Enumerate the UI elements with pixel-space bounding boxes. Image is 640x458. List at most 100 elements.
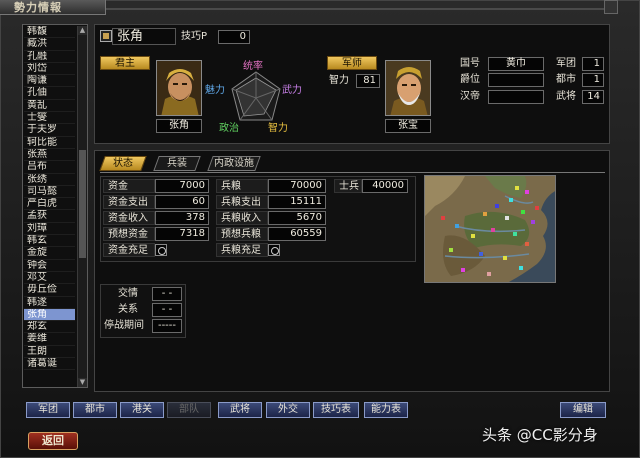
funds-expense-value: 60 [155,195,209,209]
list-item[interactable]: 张绣 [24,174,75,186]
truce-label: 停战期间 [104,320,144,331]
city-count-value: 1 [582,73,604,87]
list-item[interactable]: 韩遂 [24,297,75,309]
funds-expense-label: 资金支出 [103,195,155,209]
funds-forecast-value: 7318 [155,227,209,241]
food-expense-label: 兵粮支出 [216,195,268,209]
list-item[interactable]: 韩玄 [24,235,75,248]
tab-divider [100,172,605,173]
scroll-thumb[interactable] [79,150,86,258]
list-item[interactable]: 钟会 [24,260,75,272]
food-value: 70000 [268,179,326,193]
skill-points-value: 0 [218,30,250,44]
advisor-portrait-image [386,61,430,115]
list-item[interactable]: 诸葛诞 [24,358,75,371]
soldiers-label: 士兵 [334,179,362,193]
list-scrollbar[interactable]: ▲ ▼ [77,26,87,387]
relation-value: - - [152,287,182,301]
officer-count-label: 武将 [556,91,576,102]
character-list: 韩馥 臧洪 孔融 刘岱 陶谦 孔伷 黄乱 士燮 于夫罗 轲比能 张燕 吕布 张绣 司马懿 严白虎 孟获 刘璋 韩玄… [24,26,75,371]
tab-facilities[interactable]: 内政设施 [207,156,261,171]
stat-intel-label: 智力 [268,123,288,134]
food-forecast-label: 预想兵粮 [216,227,268,241]
list-item[interactable]: 司马懿 [24,186,75,199]
list-item[interactable]: 臧洪 [24,38,75,51]
back-button[interactable]: 返回 [28,432,78,450]
title-divider [106,8,611,10]
stat-lead-label: 统率 [243,61,263,72]
window-title: 勢力情報 [0,0,106,15]
list-item[interactable]: 刘璋 [24,223,75,236]
food-income-label: 兵粮收入 [216,211,268,225]
funds-income-value: 378 [155,211,209,225]
funds-value: 7000 [155,179,209,193]
list-item[interactable]: 邓艾 [24,272,75,285]
ports-button[interactable]: 港关 [120,402,164,418]
skill-points-label: 技巧P [181,31,208,42]
advisor-portrait[interactable] [385,60,431,116]
rank-label: 爵位 [460,74,480,85]
lord-portrait-image [157,61,201,115]
units-button: 部队 [167,402,211,418]
soldiers-value: 40000 [362,179,408,193]
list-item[interactable]: 孔伷 [24,87,75,100]
list-item[interactable]: 毋丘俭 [24,284,75,297]
scroll-down-icon[interactable]: ▼ [78,378,87,387]
list-item[interactable]: 于夫罗 [24,124,75,137]
edit-button[interactable]: 编辑 [560,402,606,418]
relation-label: 交情 [118,288,138,299]
list-item[interactable]: 张燕 [24,149,75,162]
corps-value: 1 [582,57,604,71]
emperor-value [488,90,544,104]
list-item[interactable]: 张角 [24,308,75,322]
list-item[interactable]: 黄乱 [24,100,75,113]
list-item[interactable]: 金旋 [24,247,75,260]
watermark: 头条 @CC影分身 [482,426,598,444]
officers-button[interactable]: 武将 [218,402,262,418]
country-label: 国号 [460,58,480,69]
list-item[interactable]: 轲比能 [24,137,75,149]
status-value: - - [152,303,182,317]
ability-table-button[interactable]: 能力表 [364,402,408,418]
lord-tag: 君主 [100,56,150,70]
status-label: 关系 [118,304,138,315]
tab-equipment-label: 兵装 [167,158,187,169]
tab-status[interactable]: 状态 [99,156,147,171]
city-count-label: 都市 [556,74,576,85]
territory-map[interactable] [424,175,556,283]
tab-equipment[interactable]: 兵装 [153,156,201,171]
lord-portrait[interactable] [156,60,202,116]
list-item[interactable]: 王朗 [24,346,75,359]
funds-enough-label: 资金充足 [103,243,155,257]
tab-facilities-label: 内政设施 [214,158,254,169]
food-enough-label: 兵粮充足 [216,243,268,257]
food-label: 兵粮 [216,179,268,193]
advisor-tag: 军师 [327,56,377,70]
tab-status-label: 状态 [113,158,133,169]
list-item[interactable]: 吕布 [24,161,75,174]
territory-map-graphic [425,176,555,282]
stat-war-label: 武力 [282,85,302,96]
list-item[interactable]: 韩馥 [24,26,75,39]
officer-count-value: 14 [582,90,604,104]
list-item[interactable]: 陶谦 [24,75,75,88]
list-item[interactable]: 孔融 [24,51,75,63]
list-item[interactable]: 严白虎 [24,198,75,211]
cities-button[interactable]: 都市 [73,402,117,418]
advisor-name: 张宝 [385,119,431,133]
food-expense-value: 15111 [268,195,326,209]
list-item[interactable]: 刘岱 [24,63,75,76]
list-item[interactable]: 孟获 [24,210,75,223]
list-item[interactable]: 姜维 [24,333,75,346]
list-item[interactable]: 郑玄 [24,321,75,334]
scroll-up-icon[interactable]: ▲ [78,26,87,35]
funds-enough-radio-icon [155,244,167,256]
country-value: 黄巾 [488,57,544,71]
skill-table-button[interactable]: 技巧表 [313,402,359,418]
advisor-intel-label: 智力 [329,75,349,86]
list-item[interactable]: 士燮 [24,112,75,125]
food-enough-radio-icon [268,244,280,256]
diplomacy-button[interactable]: 外交 [266,402,310,418]
corps-button[interactable]: 军团 [26,402,70,418]
food-forecast-value: 60559 [268,227,326,241]
